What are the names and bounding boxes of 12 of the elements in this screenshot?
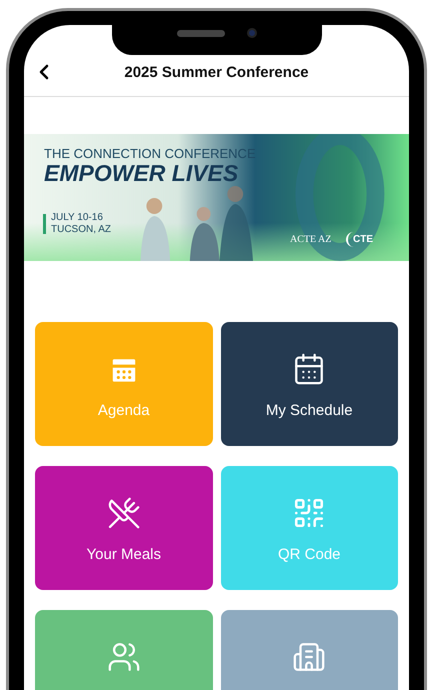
banner-location: TUCSON, AZ [51, 224, 112, 236]
menu-tile[interactable]: Your Meals [35, 466, 212, 590]
menu-tile[interactable]: My Schedule [220, 322, 398, 446]
acte-logo: ACTE AZ [290, 233, 332, 247]
cte-logo: CTE [346, 232, 373, 247]
people-icon [106, 640, 141, 674]
building-icon [292, 640, 326, 674]
banner-date-bar [43, 214, 46, 234]
screen-title: 2025 Summer Conference [124, 62, 309, 82]
banner-dates: JULY 10-16 [51, 212, 104, 224]
speaker-grille [176, 30, 224, 36]
fork-knife-icon [106, 496, 141, 530]
